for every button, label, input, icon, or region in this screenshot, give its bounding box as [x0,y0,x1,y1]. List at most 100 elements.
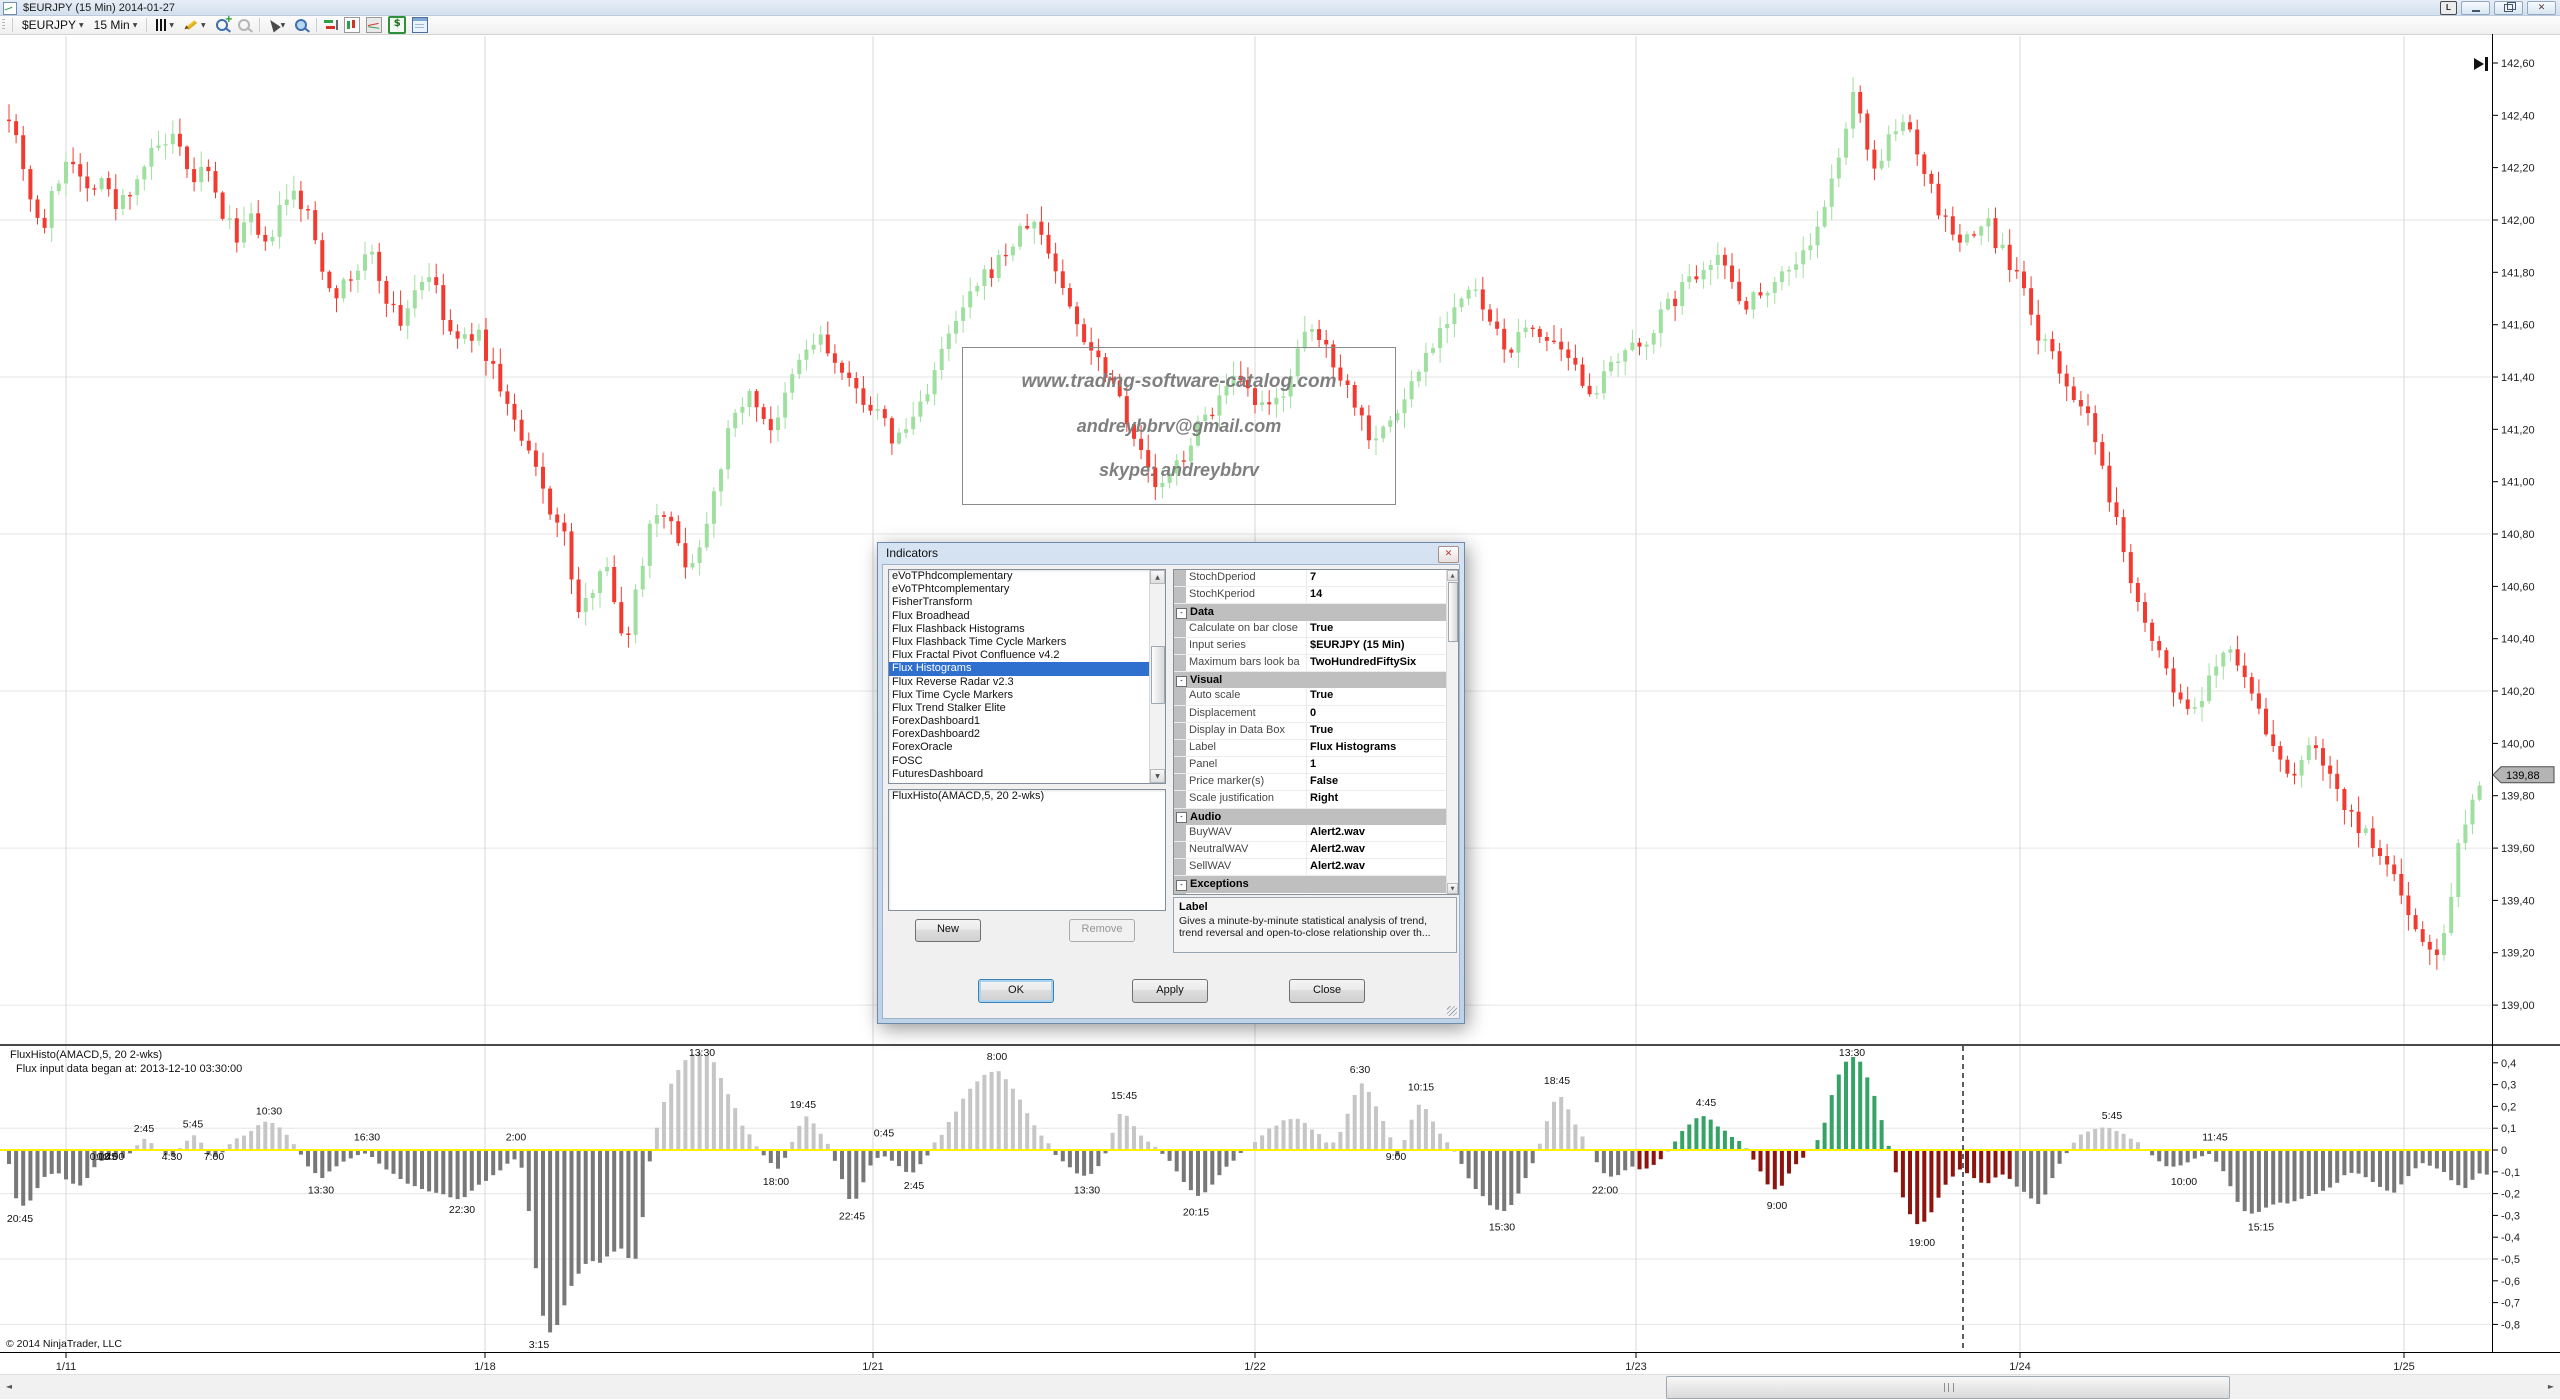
svg-text:141,00: 141,00 [2501,477,2535,489]
property-row[interactable]: Maximum bars look baTwoHundredFiftySix [1174,655,1447,672]
svg-text:5:45: 5:45 [183,1119,204,1131]
scrollbar-thumb[interactable] [1448,582,1458,642]
indicator-list-item[interactable]: ForexDashboard2 [889,728,1165,741]
resize-grip[interactable] [1447,1006,1457,1016]
property-row[interactable]: NeutralWAV Alert2.wav [1174,842,1447,859]
scroll-down-icon[interactable]: ▼ [1150,769,1165,783]
indicator-list-item[interactable]: Flux Trend Stalker Elite [889,702,1165,715]
scroll-right-icon[interactable]: ► [2542,1375,2560,1399]
indicator-gridlines [0,1128,2491,1324]
svg-text:4:30: 4:30 [162,1151,183,1163]
property-value[interactable]: 2010-12-23 14:00 [1310,893,1435,895]
property-category-row[interactable]: -Audio [1174,809,1447,825]
property-row[interactable]: Input series$EURJPY (15 Min) [1174,638,1447,655]
property-value[interactable]: Flux Histograms [1310,740,1435,755]
property-row[interactable]: SellWAV Alert2.wav [1174,859,1447,876]
indicator-list-item[interactable]: Flux Time Cycle Markers [889,689,1165,702]
svg-text:-0,2: -0,2 [2501,1189,2520,1201]
panel-separator[interactable] [0,1044,2560,1046]
indicator-list-item[interactable]: ForexDashboard1 [889,715,1165,728]
indicator-list-item[interactable]: Flux Flashback Histograms [889,623,1165,636]
svg-text:13:30: 13:30 [1074,1185,1100,1197]
scrollbar-thumb[interactable] [1151,646,1165,704]
configured-indicator-item[interactable]: FluxHisto(AMACD,5, 20 2-wks) [889,790,1165,803]
property-row[interactable]: Label Flux Histograms [1174,740,1447,757]
svg-text:0,4: 0,4 [2501,1058,2516,1070]
indicator-list-item[interactable]: FOSC [889,755,1165,768]
dialog-client-area: eVoTPhdcomplementaryeVoTPhtcomplementary… [882,564,1460,1019]
property-name: StochDperiod [1189,570,1304,585]
property-row[interactable]: StochDperiod 7 [1174,570,1447,587]
go-to-last-bar-icon[interactable] [2474,57,2494,73]
property-category-row[interactable]: -Exceptions [1174,876,1447,892]
indicator-list-item[interactable]: Flux Fractal Pivot Confluence v4.2 [889,649,1165,662]
property-category-row[interactable]: -Visual [1174,672,1447,688]
horizontal-scrollbar[interactable]: ◄ ► [0,1374,2560,1399]
indicator-list-item[interactable]: Flux Broadhead [889,610,1165,623]
apply-button[interactable]: Apply [1132,979,1208,1003]
list-scrollbar[interactable]: ▲ ▼ [1149,570,1165,783]
property-row[interactable]: BuyWAVAlert2.wav [1174,825,1447,842]
close-dialog-button[interactable]: Close [1289,979,1365,1003]
indicator-list-item[interactable]: Flux Flashback Time Cycle Markers [889,636,1165,649]
scrollbar-thumb[interactable] [1666,1376,2230,1399]
property-row[interactable]: Price marker(s)False [1174,774,1447,791]
property-value[interactable]: 7 [1310,570,1435,585]
property-value[interactable]: True [1310,688,1435,703]
svg-text:2:00: 2:00 [506,1132,527,1144]
property-row[interactable]: Scale justificationRight [1174,791,1447,808]
indicator-list-item[interactable]: eVoTPhdcomplementary [889,570,1165,583]
property-value[interactable]: False [1310,774,1435,789]
property-name: Label [1189,740,1304,755]
indicator-list-item[interactable]: ForexOracle [889,741,1165,754]
svg-text:141,40: 141,40 [2501,372,2535,384]
svg-text:18:45: 18:45 [1544,1075,1570,1087]
property-value[interactable]: True [1310,621,1435,636]
indicator-list-item[interactable]: FisherTransform [889,596,1165,609]
indicator-list-item[interactable]: Flux Reverse Radar v2.3 [889,676,1165,689]
property-row[interactable]: Panel1 [1174,757,1447,774]
property-row[interactable]: Holiday1DateTime2010-12-23 14:00 [1174,893,1447,895]
property-value[interactable]: Alert2.wav [1310,842,1435,857]
watermark: www.trading-software-catalog.com andreyb… [962,347,1396,505]
property-row[interactable]: Calculate on bar closeTrue [1174,621,1447,638]
property-value[interactable]: $EURJPY (15 Min) [1310,638,1435,653]
collapse-icon[interactable]: - [1176,880,1187,891]
property-name: NeutralWAV [1189,842,1304,857]
configured-indicators-list[interactable]: FluxHisto(AMACD,5, 20 2-wks) [888,789,1166,911]
property-value[interactable]: 1 [1310,757,1435,772]
property-name: SellWAV [1189,859,1304,874]
property-name: Auto scale [1189,688,1304,703]
property-row[interactable]: Display in Data Box True [1174,723,1447,740]
indicator-list-item[interactable]: FuturesDashboard [889,768,1165,781]
scroll-left-icon[interactable]: ◄ [0,1375,18,1399]
svg-text:-0,1: -0,1 [2501,1167,2520,1179]
scroll-up-icon[interactable]: ▲ [1447,570,1458,581]
collapse-icon[interactable]: - [1176,812,1187,823]
indicator-list-item[interactable]: Flux Histograms [889,662,1165,675]
collapse-icon[interactable]: - [1176,676,1187,687]
new-button[interactable]: New [915,919,981,942]
property-category-row[interactable]: -Data [1174,604,1447,620]
property-value[interactable]: 14 [1310,587,1435,602]
grid-scrollbar[interactable]: ▲ ▼ [1446,570,1458,894]
scroll-down-icon[interactable]: ▼ [1447,883,1458,894]
property-grid[interactable]: StochDperiod 7 StochKperiod14-DataCalculat… [1173,569,1459,895]
collapse-icon[interactable]: - [1176,608,1187,619]
svg-text:139,40: 139,40 [2501,895,2535,907]
indicator-list-item[interactable]: eVoTPhtcomplementary [889,583,1165,596]
property-row[interactable]: Auto scale True [1174,688,1447,705]
scroll-up-icon[interactable]: ▲ [1150,570,1165,584]
property-value[interactable]: True [1310,723,1435,738]
property-value[interactable]: Right [1310,791,1435,806]
ok-button[interactable]: OK [978,979,1054,1003]
property-row[interactable]: Displacement0 [1174,706,1447,723]
property-value[interactable]: Alert2.wav [1310,825,1435,840]
dialog-close-button[interactable]: ✕ [1438,546,1459,563]
property-name: Display in Data Box [1189,723,1304,738]
property-row[interactable]: StochKperiod14 [1174,587,1447,604]
available-indicators-list[interactable]: eVoTPhdcomplementaryeVoTPhtcomplementary… [888,569,1166,784]
property-value[interactable]: 0 [1310,706,1435,721]
property-value[interactable]: Alert2.wav [1310,859,1435,874]
property-value[interactable]: TwoHundredFiftySix [1310,655,1435,670]
